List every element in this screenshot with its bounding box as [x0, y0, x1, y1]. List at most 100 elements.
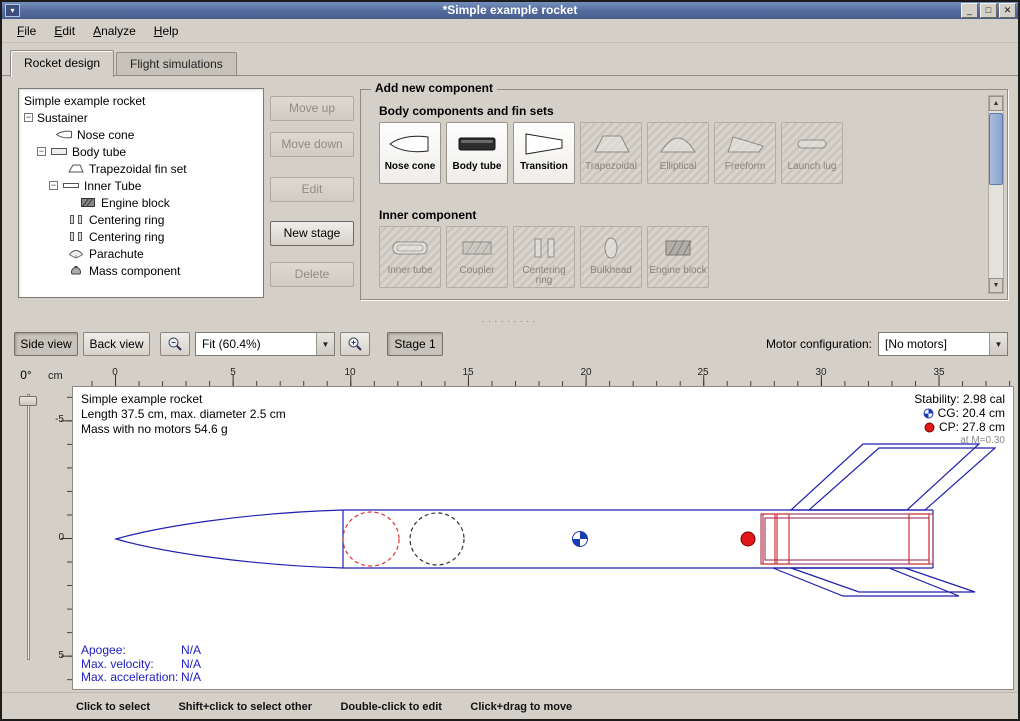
- move-down-button[interactable]: Move down: [270, 132, 354, 157]
- collapse-icon[interactable]: −: [37, 147, 46, 156]
- apogee-label: Apogee:: [81, 644, 181, 658]
- new-stage-button[interactable]: New stage: [270, 221, 354, 246]
- ruler-tick-label: 15: [456, 367, 480, 378]
- tree-row[interactable]: Mass component: [19, 262, 263, 279]
- ruler-tick-label: 25: [691, 367, 715, 378]
- add-bulkhead-button[interactable]: Bulkhead: [580, 226, 642, 288]
- tree-item-label: Inner Tube: [84, 179, 141, 193]
- tree-item-label: Sustainer: [37, 111, 88, 125]
- add-body-tube-button[interactable]: Body tube: [446, 122, 508, 184]
- tree-row[interactable]: Simple example rocket: [19, 92, 263, 109]
- statusbar: Click to select Shift+click to select ot…: [2, 692, 1018, 719]
- menu-analyze[interactable]: Analyze: [84, 21, 145, 41]
- edit-button[interactable]: Edit: [270, 177, 354, 202]
- zoom-select[interactable]: Fit (60.4%) ▼: [195, 332, 335, 356]
- tree-row[interactable]: Centering ring: [19, 211, 263, 228]
- ruler-tick-label: 5: [221, 367, 245, 378]
- stage-1-toggle[interactable]: Stage 1: [387, 332, 443, 356]
- collapse-icon[interactable]: −: [49, 181, 58, 190]
- tree-row[interactable]: Trapezoidal fin set: [19, 160, 263, 177]
- zoom-in-button[interactable]: [340, 332, 370, 356]
- add-transition-button[interactable]: Transition: [513, 122, 575, 184]
- maximize-button[interactable]: □: [980, 3, 997, 18]
- side-view-button[interactable]: Side view: [14, 332, 78, 356]
- apogee-value: N/A: [181, 644, 201, 658]
- collapse-icon[interactable]: −: [24, 113, 33, 122]
- inner-component-buttons: Inner tube Coupler Centering ring Bulkhe…: [379, 226, 709, 288]
- rocket-canvas[interactable]: Simple example rocket Length 37.5 cm, ma…: [72, 386, 1014, 690]
- inner-component-label: Inner component: [379, 208, 476, 222]
- add-centering-ring-button[interactable]: Centering ring: [513, 226, 575, 288]
- top-fin-outline: [791, 444, 979, 510]
- fin-set-icon: [67, 163, 85, 174]
- motor-configuration-select[interactable]: [No motors] ▼: [878, 332, 1008, 356]
- max-velocity-label: Max. velocity:: [81, 658, 181, 672]
- hint-double-click: Double-click to edit: [340, 701, 441, 713]
- top-fin-outline-2: [809, 448, 995, 510]
- app-window: ▾ *Simple example rocket _ □ ✕ File Edit…: [0, 0, 1020, 721]
- hint-shift-click: Shift+click to select other: [178, 701, 312, 713]
- aft-centering-ring-outline: [909, 514, 929, 564]
- add-elliptical-fin-button[interactable]: Elliptical: [647, 122, 709, 184]
- max-acceleration-label: Max. acceleration:: [81, 671, 181, 685]
- tree-row[interactable]: − Body tube: [19, 143, 263, 160]
- tree-item-label: Trapezoidal fin set: [89, 162, 187, 176]
- tab-rocket-design[interactable]: Rocket design: [10, 50, 114, 77]
- scroll-down-icon[interactable]: ▼: [989, 278, 1003, 293]
- tree-item-label: Mass component: [89, 264, 180, 278]
- add-coupler-button[interactable]: Coupler: [446, 226, 508, 288]
- add-component-panel: Add new component Body components and fi…: [360, 89, 1008, 300]
- motor-mount-outline: [761, 514, 933, 564]
- rocket-name: Simple example rocket: [81, 392, 286, 407]
- pane-splitter[interactable]: ·········: [2, 314, 1018, 328]
- parachute-dashed-outline: [343, 512, 399, 566]
- add-component-title: Add new component: [371, 81, 497, 95]
- nose-cone-icon: [388, 129, 432, 159]
- component-scrollbar[interactable]: ▲ ▼: [988, 95, 1004, 294]
- scroll-up-icon[interactable]: ▲: [989, 96, 1003, 111]
- add-engine-block-button[interactable]: Engine block: [647, 226, 709, 288]
- bottom-fin-outline-2: [791, 568, 975, 592]
- parachute-icon: [67, 248, 85, 259]
- add-freeform-fin-button[interactable]: Freeform: [714, 122, 776, 184]
- tree-row[interactable]: − Sustainer: [19, 109, 263, 126]
- tree-row[interactable]: − Inner Tube: [19, 177, 263, 194]
- delete-button[interactable]: Delete: [270, 262, 354, 287]
- tree-row[interactable]: Parachute: [19, 245, 263, 262]
- tree-item-label: Simple example rocket: [24, 94, 145, 108]
- rotation-slider-handle[interactable]: [19, 396, 37, 406]
- coupler-icon: [455, 233, 499, 263]
- tree-row[interactable]: Centering ring: [19, 228, 263, 245]
- tree-item-label: Parachute: [89, 247, 144, 261]
- zoom-in-icon: [347, 336, 363, 352]
- rocket-mass: Mass with no motors 54.6 g: [81, 422, 286, 437]
- tree-action-buttons: Move up Move down Edit New stage Delete: [270, 76, 354, 314]
- move-up-button[interactable]: Move up: [270, 96, 354, 121]
- add-launch-lug-button[interactable]: Launch lug: [781, 122, 843, 184]
- menu-file[interactable]: File: [8, 21, 45, 41]
- window-title: *Simple example rocket: [2, 2, 1018, 19]
- menu-edit[interactable]: Edit: [45, 21, 84, 41]
- cp-marker: [741, 532, 755, 546]
- add-nose-cone-button[interactable]: Nose cone: [379, 122, 441, 184]
- chevron-down-icon: ▼: [989, 333, 1007, 355]
- menu-help[interactable]: Help: [145, 21, 188, 41]
- zoom-out-button[interactable]: [160, 332, 190, 356]
- minimize-button[interactable]: _: [961, 3, 978, 18]
- ruler-tick-label: 5: [46, 650, 64, 661]
- nose-cone-outline: [116, 510, 343, 568]
- inner-tube-icon: [62, 180, 80, 191]
- tab-flight-simulations[interactable]: Flight simulations: [116, 52, 237, 76]
- zoom-out-icon: [167, 336, 183, 352]
- back-view-button[interactable]: Back view: [83, 332, 150, 356]
- scrollbar-thumb[interactable]: [989, 113, 1003, 185]
- add-trapezoidal-fin-button[interactable]: Trapezoidal: [580, 122, 642, 184]
- rotation-slider[interactable]: [27, 394, 30, 660]
- h-ruler-ticks: [72, 368, 1014, 386]
- close-button[interactable]: ✕: [999, 3, 1016, 18]
- tree-row[interactable]: Engine block: [19, 194, 263, 211]
- ruler-tick-label: 0: [46, 532, 64, 543]
- tree-row[interactable]: Nose cone: [19, 126, 263, 143]
- component-tree[interactable]: Simple example rocket − Sustainer Nose c…: [18, 88, 264, 298]
- add-inner-tube-button[interactable]: Inner tube: [379, 226, 441, 288]
